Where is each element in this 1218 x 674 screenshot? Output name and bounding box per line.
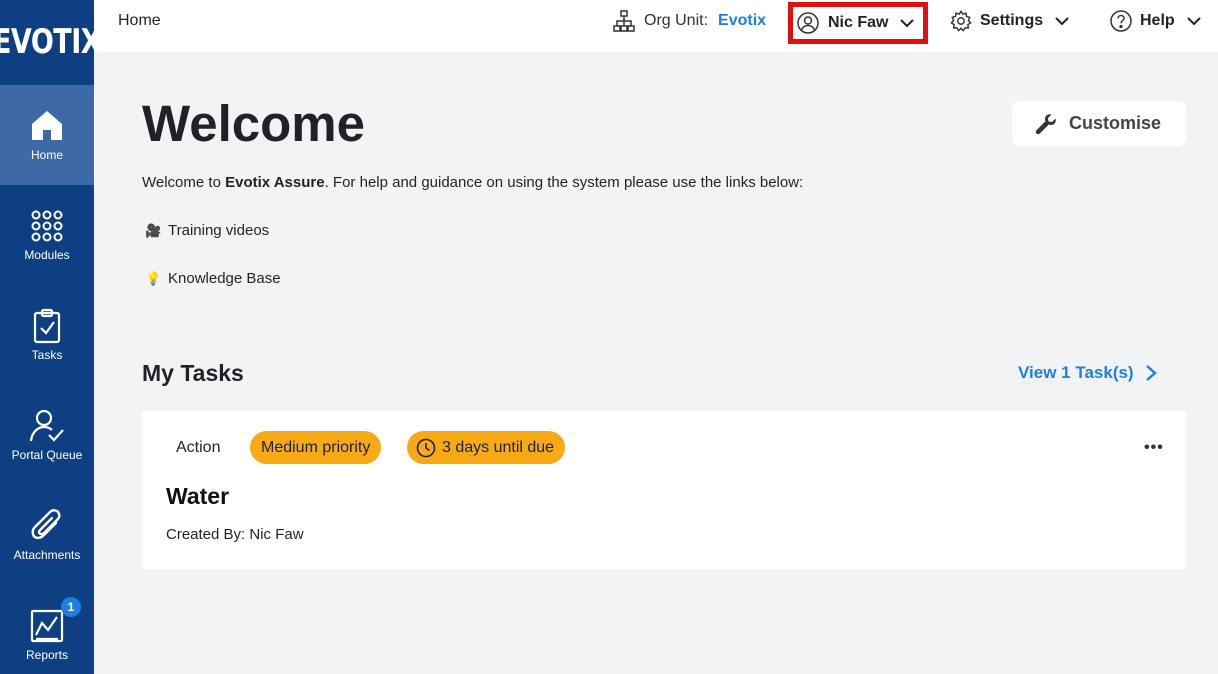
welcome-message: Welcome to Evotix Assure. For help and g… [142, 174, 803, 191]
sidebar-item-attachments[interactable]: Attachments [0, 485, 94, 585]
welcome-prefix: Welcome to [142, 174, 226, 191]
chart-report-icon [30, 609, 64, 643]
settings-label: Settings [980, 12, 1044, 29]
task-title: Water [166, 483, 230, 509]
due-label: 3 days until due [442, 438, 555, 456]
clock-icon [416, 438, 436, 457]
link-label: Training videos [168, 222, 270, 239]
gear-icon [950, 10, 972, 32]
evotix-logo[interactable]: EVOTIX [0, 0, 102, 85]
customise-button[interactable]: Customise [1012, 101, 1186, 146]
sidebar-item-label: Attachments [13, 548, 81, 562]
user-check-icon [29, 409, 64, 442]
reports-count-badge: 1 [61, 597, 81, 617]
lightbulb-icon: 💡 [145, 270, 162, 286]
user-name: Nic Faw [828, 14, 889, 31]
clipboard-check-icon [33, 308, 61, 344]
grid-dots-icon [31, 210, 63, 242]
knowledge-base-link[interactable]: 💡 Knowledge Base [145, 270, 281, 287]
logo-text: EVOTIX [0, 23, 102, 62]
help-menu-button[interactable]: Help [1110, 10, 1201, 32]
sidebar: EVOTIX Home Modules Tasks Portal Queue A… [0, 0, 102, 674]
page-title: Welcome [142, 95, 365, 152]
sidebar-item-label: Home [30, 148, 63, 162]
user-menu-button[interactable]: Nic Faw [788, 2, 928, 44]
product-name: Evotix Assure [225, 174, 325, 191]
wrench-icon [1035, 113, 1056, 134]
org-hierarchy-icon [613, 10, 635, 32]
chevron-down-icon [1186, 17, 1201, 26]
task-card[interactable]: Action Medium priority 3 days until due … [142, 411, 1186, 569]
task-type: Action [176, 439, 221, 456]
sidebar-item-portal-queue[interactable]: Portal Queue [0, 385, 94, 485]
help-label: Help [1140, 12, 1175, 29]
link-label: Knowledge Base [168, 270, 281, 287]
sidebar-item-label: Portal Queue [11, 448, 83, 462]
sidebar-item-label: Tasks [31, 348, 63, 362]
chevron-down-icon [1055, 17, 1069, 26]
training-videos-link[interactable]: 🎥 Training videos [145, 222, 269, 239]
sidebar-item-label: Modules [24, 248, 70, 262]
view-tasks-link[interactable]: View 1 Task(s) [1018, 363, 1158, 383]
chevron-right-icon [1145, 365, 1157, 381]
my-tasks-heading: My Tasks [142, 360, 244, 386]
sidebar-item-modules[interactable]: Modules [0, 185, 94, 285]
welcome-suffix: . For help and guidance on using the sys… [324, 174, 804, 191]
org-unit-value[interactable]: Evotix [718, 12, 766, 30]
more-options-button[interactable]: ••• [1144, 439, 1164, 457]
sidebar-item-reports[interactable]: Reports 1 [0, 585, 94, 674]
user-circle-icon [797, 12, 819, 34]
view-tasks-label: View 1 Task(s) [1018, 363, 1134, 382]
org-unit-label: Org Unit: [644, 12, 709, 29]
breadcrumb[interactable]: Home [118, 12, 161, 30]
priority-badge: Medium priority [250, 431, 382, 464]
settings-menu-button[interactable]: Settings [950, 10, 1069, 32]
question-circle-icon [1110, 10, 1132, 32]
org-unit-selector[interactable]: Org Unit: Evotix [613, 10, 766, 32]
chevron-down-icon [900, 19, 915, 28]
task-created-by: Created By: Nic Faw [166, 526, 304, 543]
video-camera-icon: 🎥 [145, 222, 162, 238]
due-badge: 3 days until due [407, 431, 566, 464]
sidebar-item-home[interactable]: Home [0, 85, 94, 185]
home-icon [32, 111, 62, 140]
top-bar: Home Org Unit: Evotix Nic Faw Settings H… [94, 0, 1218, 52]
sidebar-item-tasks[interactable]: Tasks [0, 285, 94, 385]
paperclip-icon [31, 509, 61, 540]
customise-label: Customise [1069, 113, 1162, 133]
sidebar-item-label: Reports [25, 648, 69, 662]
